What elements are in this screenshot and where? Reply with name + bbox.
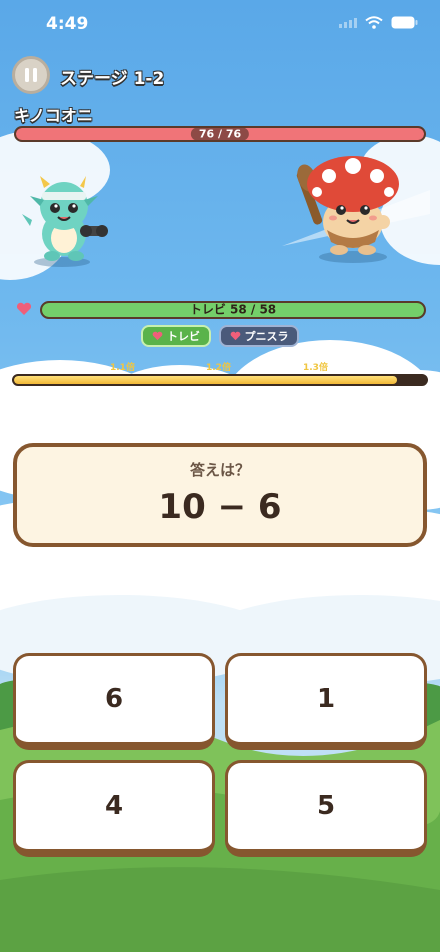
player-hp-bar: トレビ 58 / 58 — [40, 301, 426, 319]
pause-icon — [25, 68, 37, 82]
combo-gauge-fill — [14, 376, 398, 384]
party-member-name: プニスラ — [244, 330, 289, 343]
game-screen: 4:49 ステージ 1-2 キノコオニ 76 / 76 トレビ 58 / 58 … — [0, 0, 440, 952]
heart-icon — [152, 331, 163, 341]
battery-icon — [391, 16, 418, 29]
party-member-button[interactable]: トレビ — [141, 325, 211, 347]
enemy-hp-bar: 76 / 76 — [14, 126, 426, 142]
player-hp-text: トレビ 58 / 58 — [189, 302, 277, 317]
answer-button[interactable]: 6 — [13, 653, 215, 750]
question-card: 答えは？ 10 − 6 — [13, 443, 427, 547]
enemy-name: キノコオニ — [14, 106, 93, 125]
pause-button[interactable] — [12, 56, 50, 94]
party-member-button[interactable]: プニスラ — [219, 325, 299, 347]
status-icons — [339, 16, 418, 29]
answer-button[interactable]: 4 — [13, 760, 215, 857]
multiplier-label: 1.3倍 — [303, 363, 328, 373]
multiplier-label: 1.1倍 — [110, 363, 135, 373]
multiplier-label: 1.2倍 — [206, 363, 231, 373]
stage-label: ステージ 1-2 — [60, 69, 165, 89]
status-time: 4:49 — [46, 14, 89, 34]
party-member-name: トレビ — [167, 330, 200, 343]
enemy-monster — [296, 156, 399, 263]
player-monster — [22, 176, 108, 267]
wifi-icon — [365, 16, 383, 29]
enemy-hp-text: 76 / 76 — [190, 128, 250, 140]
combo-gauge — [12, 374, 428, 386]
heart-icon — [230, 331, 240, 341]
question-prompt: 答えは？ — [189, 461, 250, 479]
cellular-signal-icon — [339, 17, 357, 28]
question-expression: 10 − 6 — [158, 487, 282, 527]
answer-button[interactable]: 1 — [225, 653, 427, 750]
answer-button[interactable]: 5 — [225, 760, 427, 857]
heart-icon — [16, 302, 32, 315]
